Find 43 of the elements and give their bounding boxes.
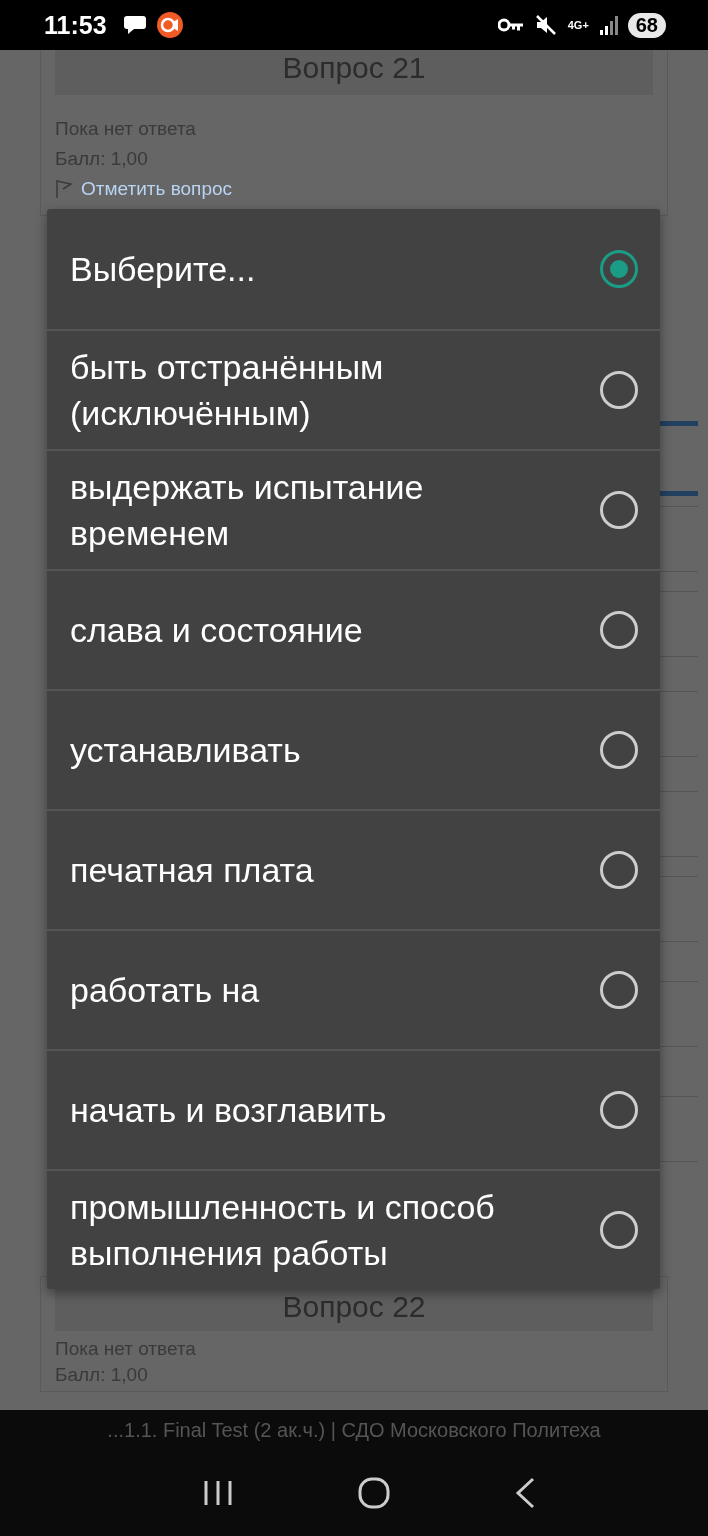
option-item[interactable]: быть отстранённым (исключённым): [47, 329, 660, 449]
option-label: Выберите...: [70, 249, 257, 290]
key-icon: [497, 18, 524, 32]
progress-mark: [660, 421, 698, 426]
option-label: работать на: [70, 970, 261, 1011]
battery-level: 68: [627, 12, 666, 38]
option-item[interactable]: начать и возглавить: [47, 1049, 660, 1169]
page-title: ...1.1. Final Test (2 ак.ч.) | СДО Московского Политеха: [107, 1418, 601, 1442]
record-icon: [156, 12, 183, 38]
option-item[interactable]: устанавливать: [47, 689, 660, 809]
radio-button[interactable]: [600, 851, 638, 889]
recent-apps-icon[interactable]: [202, 1479, 233, 1507]
back-icon[interactable]: [515, 1477, 536, 1509]
network-type: 4G+: [567, 19, 590, 31]
progress-mark: [660, 491, 698, 496]
option-label: быть отстранённым (исключённым): [70, 347, 385, 434]
mute-icon: [533, 13, 558, 37]
option-item[interactable]: промышленность и способ выполнения работы: [47, 1169, 660, 1289]
option-label: устанавливать: [70, 730, 302, 771]
option-label: печатная плата: [70, 850, 315, 891]
radio-button[interactable]: [600, 371, 638, 409]
flag-icon: [55, 179, 73, 199]
home-icon[interactable]: [358, 1477, 390, 1509]
chat-bubble-icon: [122, 14, 147, 36]
radio-button[interactable]: [600, 491, 638, 529]
radio-button[interactable]: [600, 250, 638, 288]
radio-button[interactable]: [600, 1091, 638, 1129]
radio-button[interactable]: [600, 611, 638, 649]
option-label: слава и состояние: [70, 610, 364, 651]
flag-question-link[interactable]: Отметить вопрос: [81, 177, 233, 201]
radio-button[interactable]: [600, 731, 638, 769]
option-label: выдержать испытание временем: [70, 467, 425, 554]
option-item[interactable]: Выберите...: [47, 209, 660, 329]
radio-button[interactable]: [600, 1211, 638, 1249]
radio-button[interactable]: [600, 971, 638, 1009]
option-label: начать и возглавить: [70, 1090, 388, 1131]
option-item[interactable]: работать на: [47, 929, 660, 1049]
option-label: промышленность и способ выполнения работы: [70, 1187, 496, 1274]
option-item[interactable]: печатная плата: [47, 809, 660, 929]
option-item[interactable]: слава и состояние: [47, 569, 660, 689]
signal-icon: [599, 15, 618, 35]
clock-time: 11:53: [44, 10, 107, 40]
option-item[interactable]: выдержать испытание временем: [47, 449, 660, 569]
